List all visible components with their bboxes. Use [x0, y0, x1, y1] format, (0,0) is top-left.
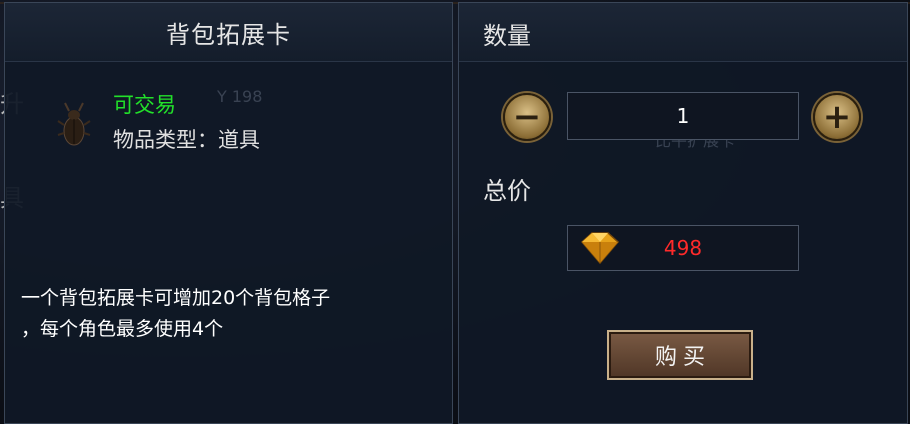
plus-icon: +: [822, 97, 852, 137]
description-line-1: 一个背包拓展卡可增加20个背包格子: [21, 287, 331, 309]
price-value: 498: [663, 236, 703, 260]
background-faded-price: Y 198: [217, 87, 263, 106]
quantity-label: 数量: [483, 22, 531, 50]
increase-quantity-button[interactable]: +: [813, 93, 861, 141]
buy-button[interactable]: 购买: [607, 330, 753, 380]
item-title: 背包拓展卡: [166, 21, 291, 49]
item-type-label: 物品类型：道具: [113, 128, 260, 152]
total-price-label: 总价: [483, 177, 531, 205]
quantity-input[interactable]: 1: [567, 92, 799, 140]
decrease-quantity-button[interactable]: −: [503, 93, 551, 141]
total-price-field: 498: [567, 225, 799, 271]
description-line-2: ，每个角色最多使用4个: [21, 318, 224, 340]
item-description: 一个背包拓展卡可增加20个背包格子 ，每个角色最多使用4个: [21, 283, 441, 345]
beetle-icon: [49, 91, 99, 161]
purchase-panel: 数量 比平扩展卡 − 1 + 总价 498 购买: [458, 2, 908, 424]
tradable-label: 可交易: [113, 93, 176, 117]
quantity-value: 1: [676, 104, 690, 128]
item-info-header: 背包拓展卡: [5, 3, 452, 62]
purchase-header: 数量: [459, 3, 907, 62]
minus-icon: −: [512, 97, 542, 137]
item-info-panel: 背包拓展卡 Y 198 可交易 物品类型：道具 一个背包拓展卡可增加20个背包格…: [4, 2, 453, 424]
